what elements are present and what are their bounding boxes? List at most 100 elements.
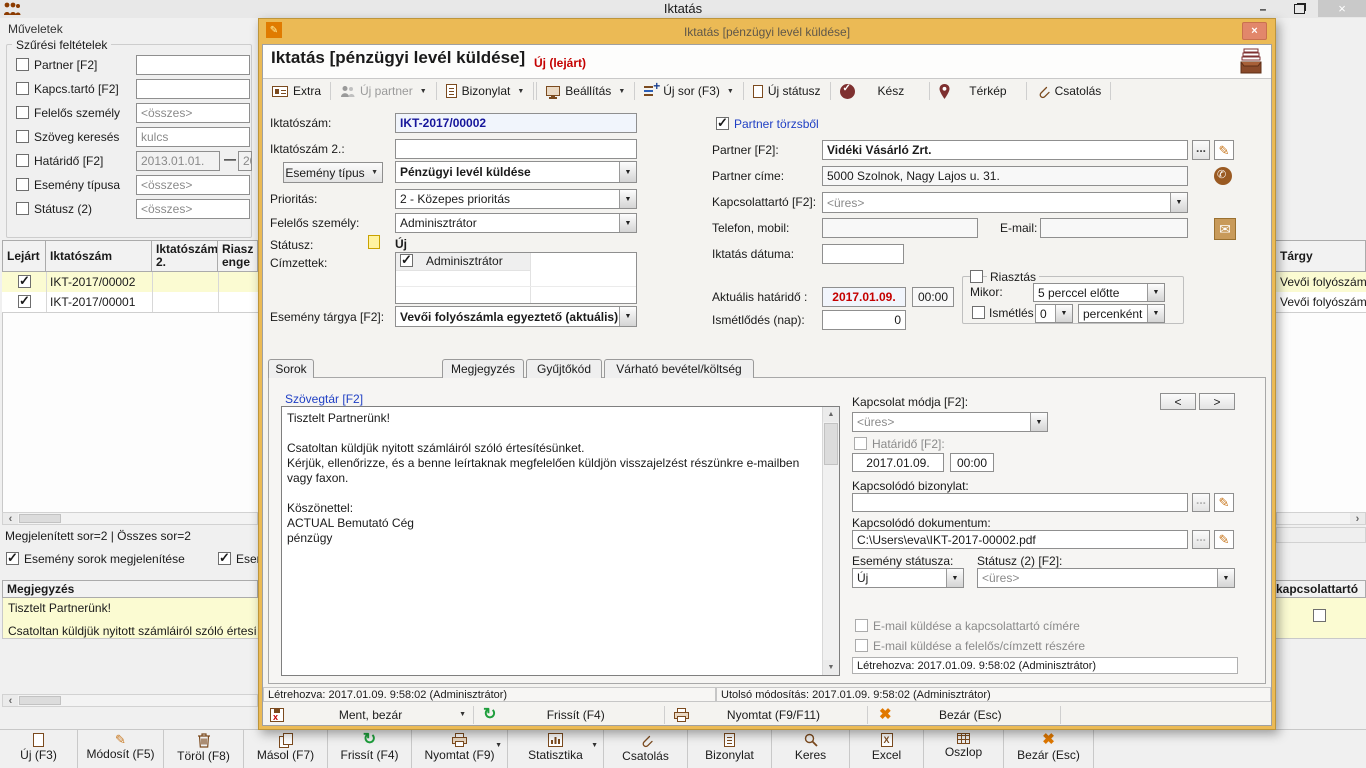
grid-header-iktatoszam2[interactable]: Iktatószám 2. xyxy=(152,240,218,272)
toolbar-uj-button[interactable]: Új (F3) xyxy=(0,730,78,768)
toolbar-modosit-button[interactable]: ✎ Módosít (F5) xyxy=(78,730,164,768)
dialog-toolbar-csatolas[interactable]: Csatolás xyxy=(1028,80,1110,102)
ismetles-checkbox[interactable] xyxy=(972,306,985,319)
filter-statusz2-input[interactable]: <összes> xyxy=(136,199,250,219)
scrollbar-thumb[interactable] xyxy=(824,423,838,465)
dialog-toolbar-beallitas[interactable]: Beállítás ▼ xyxy=(538,80,633,102)
esemeny-tipus-select[interactable]: Pénzügyi levél küldése xyxy=(395,161,637,183)
mikor-select[interactable]: 5 perccel előtte xyxy=(1033,283,1165,302)
grid2-header-kapcsolattarto[interactable]: kapcsolattartó xyxy=(1276,580,1366,598)
esemeny-statusza-select[interactable]: Új xyxy=(852,568,964,588)
ismetlodes-field[interactable]: 0 xyxy=(822,310,906,330)
dialog-bezar-button[interactable]: ✖ Bezár (Esc) xyxy=(869,704,1059,726)
scroll-left-icon[interactable]: ‹ xyxy=(3,695,18,706)
toolbar-nyomtat-button[interactable]: Nyomtat (F9) ▼ xyxy=(412,730,508,768)
chevron-down-icon[interactable]: ▼ xyxy=(495,742,502,749)
esemeny-targya-select[interactable]: Vevői folyószámla egyeztető (aktuális) xyxy=(395,306,637,327)
esemeny-tipus-button[interactable]: Esemény típus ▼ xyxy=(283,162,383,183)
scroll-right-icon[interactable]: › xyxy=(1350,513,1365,524)
filter-hatarido-from-input[interactable]: 2013.01.01. xyxy=(136,151,220,171)
scroll-up-icon[interactable]: ▲ xyxy=(823,407,839,422)
chevron-down-icon[interactable]: ▼ xyxy=(591,742,598,749)
tab-megjegyzes[interactable]: Megjegyzés xyxy=(442,359,524,378)
toolbar-torol-button[interactable]: Töröl (F8) xyxy=(164,730,244,768)
filter-felelos-input[interactable]: <összes> xyxy=(136,103,250,123)
aktualis-hatarido-field[interactable]: 2017.01.09. xyxy=(822,287,906,307)
kapcsolat-modja-select[interactable]: <üres> xyxy=(852,412,1048,432)
partner-cime-field[interactable]: 5000 Szolnok, Nagy Lajos u. 31. xyxy=(822,166,1188,186)
dialog-frissit-button[interactable]: ↻ Frissít (F4) xyxy=(475,704,663,726)
scrollbar-thumb[interactable] xyxy=(19,514,61,523)
riasztas-checkbox[interactable] xyxy=(970,270,983,283)
send-mail-button[interactable]: ✉ xyxy=(1214,218,1236,240)
note-icon[interactable] xyxy=(368,235,380,249)
iktatas-datuma-field[interactable] xyxy=(822,244,904,264)
toolbar-frissit-button[interactable]: ↻ Frissít (F4) xyxy=(328,730,412,768)
grid-header-iktatoszam[interactable]: Iktatószám xyxy=(46,240,152,272)
detail-hatarido-ido-field[interactable]: 00:00 xyxy=(950,453,994,472)
felelos-select[interactable]: Adminisztrátor xyxy=(395,213,637,233)
toolbar-masol-button[interactable]: Másol (F7) xyxy=(244,730,328,768)
tab-sorok[interactable]: Sorok xyxy=(268,359,314,378)
kapcsolattarto-select[interactable]: <üres> xyxy=(822,192,1188,213)
ismetles-egyseg-select[interactable]: percenként xyxy=(1078,304,1165,323)
kapcsolodo-bizonylat-field[interactable] xyxy=(852,493,1188,512)
dialog-toolbar-uj-partner[interactable]: Új partner ▼ xyxy=(332,80,435,102)
iktatoszam-field[interactable]: IKT-2017/00002 xyxy=(395,113,637,133)
aktualis-hatarido-ido-field[interactable]: 00:00 xyxy=(912,287,954,307)
archive-icon[interactable] xyxy=(1238,47,1264,75)
filter-statusz2-checkbox[interactable] xyxy=(16,202,29,215)
grid-header-riasztas[interactable]: Riasz enge xyxy=(218,240,258,272)
message-textarea[interactable]: Tisztelt Partnerünk! Csatoltan küldjük n… xyxy=(281,406,840,676)
detail-hatarido-field[interactable]: 2017.01.09. xyxy=(852,453,944,472)
filter-felelos-checkbox[interactable] xyxy=(16,106,29,119)
statusz2-select[interactable]: <üres> xyxy=(977,568,1235,588)
filter-kapcstarto-input[interactable] xyxy=(136,79,250,99)
email-kapcsolattarto-checkbox[interactable] xyxy=(855,619,868,632)
grid-row-1-lejart-checkbox[interactable] xyxy=(18,275,31,288)
esemeny2-checkbox[interactable] xyxy=(218,552,231,565)
toolbar-statisztika-button[interactable]: Statisztika ▼ xyxy=(508,730,604,768)
szovegtar-label[interactable]: Szövegtár [F2] xyxy=(285,392,363,406)
dokumentum-edit-button[interactable]: ✎ xyxy=(1214,530,1234,549)
cimzett-checkbox[interactable] xyxy=(400,254,413,267)
toolbar-bizonylat-button[interactable]: Bizonylat xyxy=(688,730,772,768)
detail-hatarido-checkbox[interactable] xyxy=(854,437,867,450)
toolbar-oszlop-button[interactable]: Oszlop xyxy=(924,730,1004,768)
filter-partner-checkbox[interactable] xyxy=(16,58,29,71)
filter-partner-input[interactable] xyxy=(136,55,250,75)
dialog-toolbar-terkep[interactable]: Térkép xyxy=(931,80,1024,102)
scroll-left-icon[interactable]: ‹ xyxy=(3,513,18,524)
filter-hatarido-to-input[interactable]: 20 xyxy=(238,151,252,171)
toolbar-csatolas-button[interactable]: Csatolás xyxy=(604,730,688,768)
partner-field[interactable]: Vidéki Vásárló Zrt. xyxy=(822,140,1188,160)
partner-edit-button[interactable]: ✎ xyxy=(1214,140,1234,160)
toolbar-bezar-button[interactable]: ✖ Bezár (Esc) xyxy=(1004,730,1094,768)
grid-header-targy[interactable]: Tárgy xyxy=(1276,240,1366,272)
grid2-header-megjegyzes[interactable]: Megjegyzés xyxy=(2,580,258,598)
scroll-down-icon[interactable]: ▼ xyxy=(823,660,839,675)
filter-hatarido-checkbox[interactable] xyxy=(16,154,29,167)
grid2-row-1-checkbox[interactable] xyxy=(1313,609,1326,622)
filter-esemenytipus-checkbox[interactable] xyxy=(16,178,29,191)
ismetles-ertek-select[interactable]: 0 xyxy=(1035,304,1073,323)
dokumentum-browse-button[interactable] xyxy=(1192,530,1210,549)
minimize-button[interactable]: – xyxy=(1246,0,1280,17)
toolbar-excel-button[interactable]: Excel xyxy=(850,730,924,768)
dialog-nyomtat-button[interactable]: Nyomtat (F9/F11) xyxy=(666,704,866,726)
filter-kapcstarto-checkbox[interactable] xyxy=(16,82,29,95)
filter-esemenytipus-input[interactable]: <összes> xyxy=(136,175,250,195)
textarea-vscrollbar[interactable]: ▲ ▼ xyxy=(822,407,839,675)
email-field[interactable] xyxy=(1040,218,1188,238)
dialog-toolbar-kesz[interactable]: Kész xyxy=(832,80,929,102)
tab-varhato[interactable]: Várható bevétel/költség xyxy=(604,359,754,378)
kapcsolodo-dokumentum-field[interactable]: C:\Users\eva\IKT-2017-00002.pdf xyxy=(852,530,1188,549)
dialog-toolbar-bizonylat[interactable]: Bizonylat ▼ xyxy=(438,80,533,102)
grid-row-2-lejart-checkbox[interactable] xyxy=(18,295,31,308)
dialog-close-button[interactable]: × xyxy=(1242,22,1267,40)
next-button[interactable]: > xyxy=(1199,393,1235,410)
dialog-toolbar-extra[interactable]: Extra xyxy=(264,80,329,102)
grid-header-lejart[interactable]: Lejárt xyxy=(2,240,46,272)
close-window-button[interactable]: × xyxy=(1318,0,1366,17)
dialog-toolbar-uj-sor[interactable]: Új sor (F3) ▼ xyxy=(636,80,742,102)
